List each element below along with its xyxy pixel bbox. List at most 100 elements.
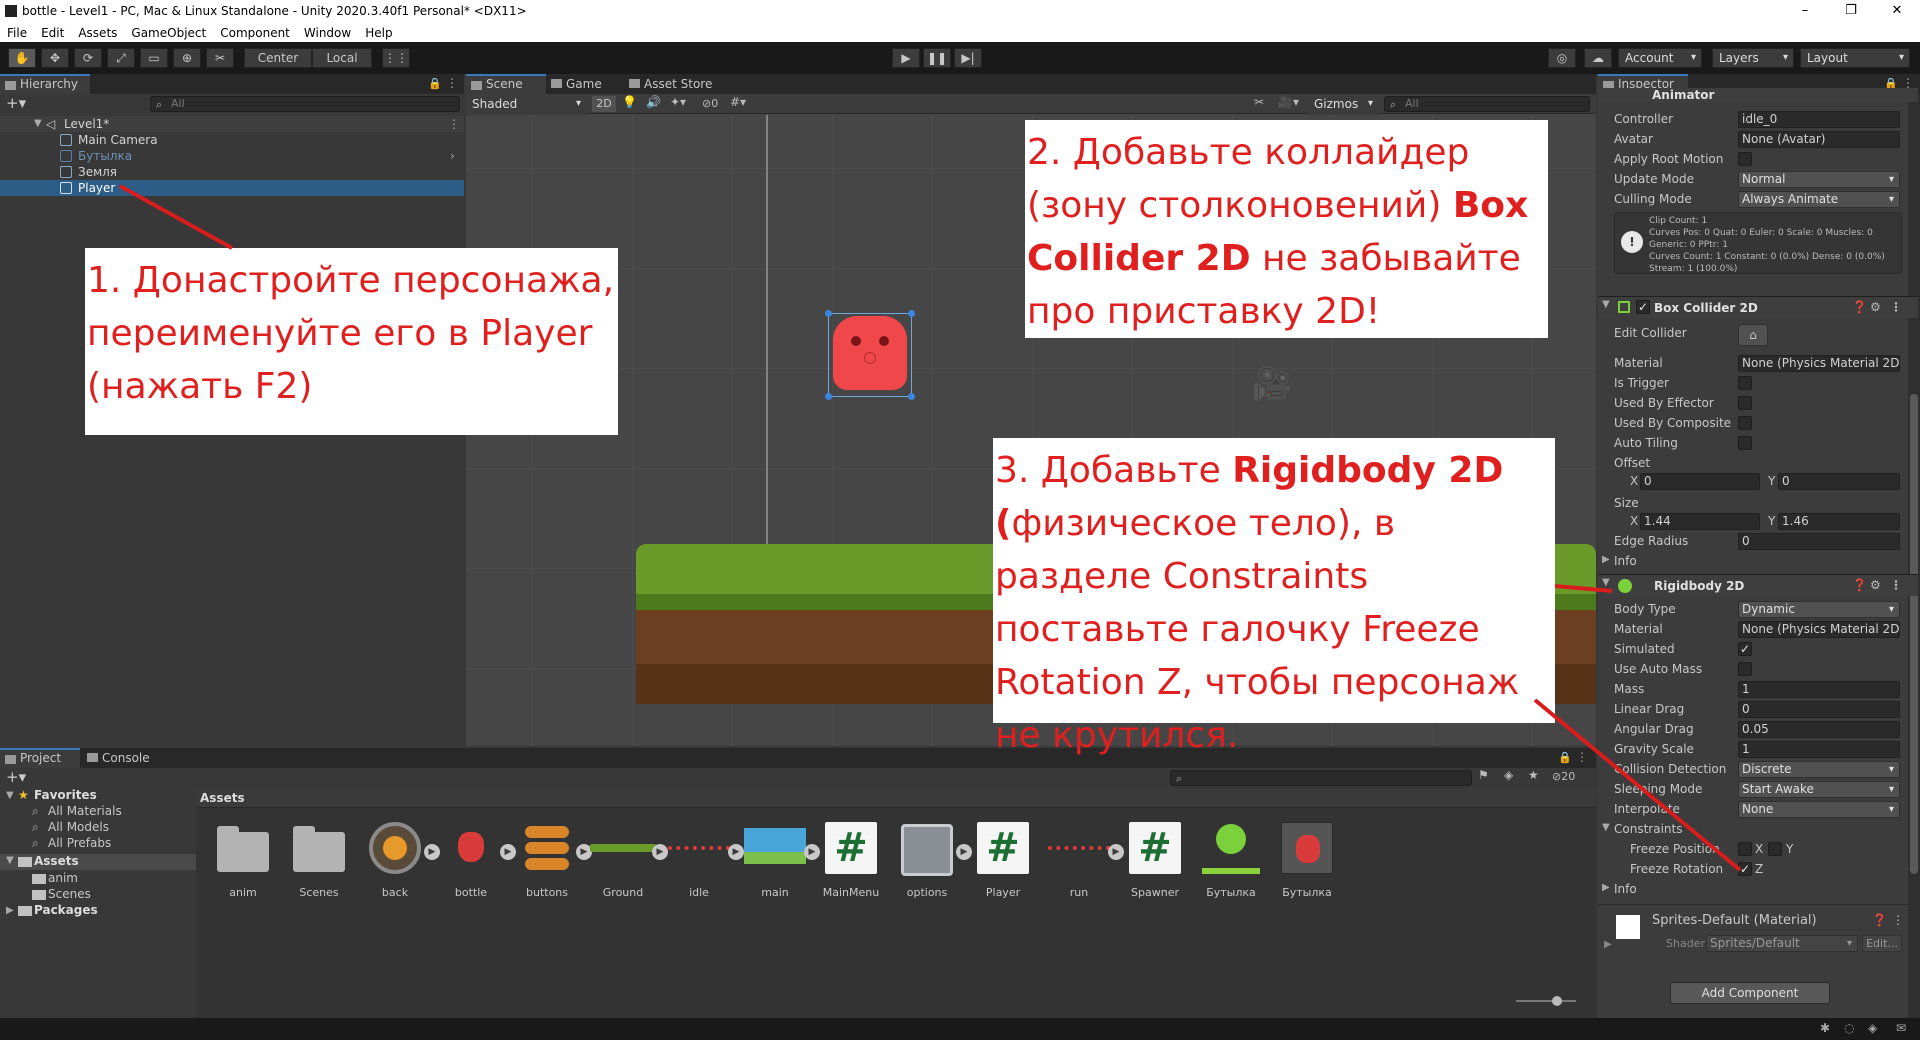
resize-handle[interactable] <box>908 393 915 400</box>
used-by-effector-checkbox[interactable] <box>1738 396 1752 410</box>
tab-game[interactable]: Game <box>546 74 622 94</box>
cloud-icon[interactable]: ☁ <box>1584 48 1612 68</box>
expand-arrow-icon[interactable]: ▼ <box>1602 822 1610 833</box>
shading-mode-dropdown[interactable]: Shaded <box>466 95 586 115</box>
offset-x-field[interactable]: 0 <box>1640 473 1760 490</box>
expand-arrow-icon[interactable]: ▼ <box>6 790 14 801</box>
scene-menu-icon[interactable]: ⋮ <box>448 116 460 132</box>
expand-sprite-icon[interactable]: ▶ <box>728 844 744 860</box>
play-button[interactable]: ▶ <box>892 48 920 68</box>
maximize-button[interactable]: ❐ <box>1828 0 1874 24</box>
offset-y-field[interactable]: 0 <box>1778 473 1900 490</box>
breadcrumb-assets[interactable]: Assets <box>200 791 245 805</box>
rigidbody-info-foldout[interactable]: Info <box>1614 882 1637 896</box>
folder-scenes[interactable]: Scenes <box>48 887 91 901</box>
menu-file[interactable]: File <box>0 24 34 42</box>
player-selection-rect[interactable] <box>825 310 915 400</box>
fav-all-prefabs[interactable]: All Prefabs <box>48 836 111 850</box>
audio-icon[interactable]: 🔊 <box>646 95 661 109</box>
grid-icon[interactable]: #▾ <box>730 95 746 109</box>
chevron-right-icon[interactable]: › <box>450 148 455 164</box>
update-mode-dropdown[interactable]: Normal <box>1738 171 1900 188</box>
hidden-objects-icon[interactable]: ⊘0 <box>702 97 718 110</box>
shader-dropdown[interactable]: Sprites/Default <box>1706 935 1858 952</box>
physics-material-field[interactable]: None (Physics Material 2D) <box>1738 355 1900 372</box>
culling-mode-dropdown[interactable]: Always Animate <box>1738 191 1900 208</box>
presets-icon[interactable]: ⚙ <box>1870 578 1881 592</box>
used-by-composite-checkbox[interactable] <box>1738 416 1752 430</box>
scene-search-input[interactable]: ⌕ All <box>1384 96 1590 112</box>
is-trigger-checkbox[interactable] <box>1738 376 1752 390</box>
expand-arrow-icon[interactable]: ▼ <box>6 855 14 866</box>
account-dropdown[interactable]: Account <box>1618 48 1702 68</box>
expand-arrow-icon[interactable]: ▼ <box>1602 577 1610 588</box>
custom-tool-icon[interactable]: ✂ <box>206 48 234 68</box>
zoom-slider[interactable] <box>1516 996 1576 1006</box>
layout-dropdown[interactable]: Layout <box>1800 48 1910 68</box>
pause-button[interactable]: ❚❚ <box>923 48 951 68</box>
help-icon[interactable]: ❓ <box>1872 913 1887 927</box>
tools-icon[interactable]: ✂ <box>1254 95 1264 109</box>
resize-handle[interactable] <box>825 310 832 317</box>
apply-root-motion-checkbox[interactable] <box>1738 152 1752 166</box>
resize-handle[interactable] <box>825 393 832 400</box>
notification-icon[interactable]: ✉ <box>1896 1021 1906 1035</box>
mass-field[interactable]: 1 <box>1738 681 1900 698</box>
cache-icon[interactable]: ◈ <box>1868 1021 1877 1035</box>
menu-edit[interactable]: Edit <box>34 24 71 42</box>
freeze-position-x-checkbox[interactable] <box>1738 842 1752 856</box>
tab-asset-store[interactable]: Asset Store <box>624 74 734 94</box>
component-menu-icon[interactable]: ⋮ <box>1890 300 1902 314</box>
expand-arrow-icon[interactable]: ▼ <box>34 116 42 132</box>
component-menu-icon[interactable]: ⋮ <box>1890 578 1902 592</box>
layers-dropdown[interactable]: Layers <box>1712 48 1794 68</box>
expand-arrow-icon[interactable]: ▶ <box>1602 554 1610 565</box>
edge-radius-field[interactable]: 0 <box>1738 533 1900 550</box>
expand-sprite-icon[interactable]: ▶ <box>956 844 972 860</box>
box-collider-header[interactable]: ▼ ✓ Box Collider 2D ❓ ⚙ ⋮ <box>1598 296 1918 318</box>
component-menu-icon[interactable]: ⋮ <box>1892 913 1904 927</box>
hand-tool-icon[interactable]: ✋ <box>8 48 36 68</box>
auto-tiling-checkbox[interactable] <box>1738 436 1752 450</box>
panel-menu-icon[interactable]: ⋮ <box>1576 750 1588 764</box>
collision-detection-dropdown[interactable]: Discrete <box>1738 761 1900 778</box>
hidden-packages-icon[interactable]: ⊘20 <box>1552 770 1575 783</box>
gravity-scale-field[interactable]: 1 <box>1738 741 1900 758</box>
use-auto-mass-checkbox[interactable] <box>1738 662 1752 676</box>
grid-snap-icon[interactable]: ⋮⋮ <box>382 48 410 68</box>
favorites-label[interactable]: Favorites <box>34 788 97 802</box>
presets-icon[interactable]: ⚙ <box>1870 300 1881 314</box>
box-collider-enabled-checkbox[interactable]: ✓ <box>1636 300 1650 314</box>
interpolate-dropdown[interactable]: None <box>1738 801 1900 818</box>
menu-component[interactable]: Component <box>213 24 297 42</box>
2d-mode-button[interactable]: 2D <box>592 96 616 112</box>
close-button[interactable]: ✕ <box>1874 0 1920 24</box>
expand-sprite-icon[interactable]: ▶ <box>804 844 820 860</box>
freeze-rotation-z-checkbox[interactable]: ✓ <box>1738 862 1752 876</box>
simulated-checkbox[interactable]: ✓ <box>1738 642 1752 656</box>
move-tool-icon[interactable]: ✥ <box>41 48 69 68</box>
menu-assets[interactable]: Assets <box>71 24 124 42</box>
expand-sprite-icon[interactable]: ▶ <box>500 844 516 860</box>
freeze-position-y-checkbox[interactable] <box>1768 842 1782 856</box>
tab-scene[interactable]: Scene <box>466 74 546 94</box>
project-search-input[interactable]: ⌕ <box>1170 770 1472 786</box>
expand-arrow-icon[interactable]: ▶ <box>1604 939 1612 950</box>
debug-icon[interactable]: ✱ <box>1820 1021 1830 1035</box>
edit-collider-button[interactable]: ⌂ <box>1738 324 1768 346</box>
fav-all-models[interactable]: All Models <box>48 820 109 834</box>
hierarchy-item-ground[interactable]: Земля <box>0 164 464 180</box>
filter-type-icon[interactable]: ⚑ <box>1478 768 1489 782</box>
edit-shader-button[interactable]: Edit... <box>1862 935 1902 952</box>
expand-arrow-icon[interactable]: ▼ <box>1602 299 1610 310</box>
create-add-icon[interactable]: +▾ <box>6 94 26 112</box>
scene-camera-gizmo-icon[interactable]: 🎥 <box>1252 364 1292 402</box>
rect-tool-icon[interactable]: ▭ <box>140 48 168 68</box>
hierarchy-item-player[interactable]: Player <box>0 180 464 196</box>
menu-help[interactable]: Help <box>358 24 399 42</box>
add-component-button[interactable]: Add Component <box>1670 982 1830 1004</box>
favorite-icon[interactable]: ★ <box>1528 768 1539 782</box>
animator-header[interactable]: Animator <box>1598 88 1918 102</box>
lighting-icon[interactable]: 💡 <box>622 95 637 109</box>
expand-sprite-icon[interactable]: ▶ <box>1108 844 1124 860</box>
